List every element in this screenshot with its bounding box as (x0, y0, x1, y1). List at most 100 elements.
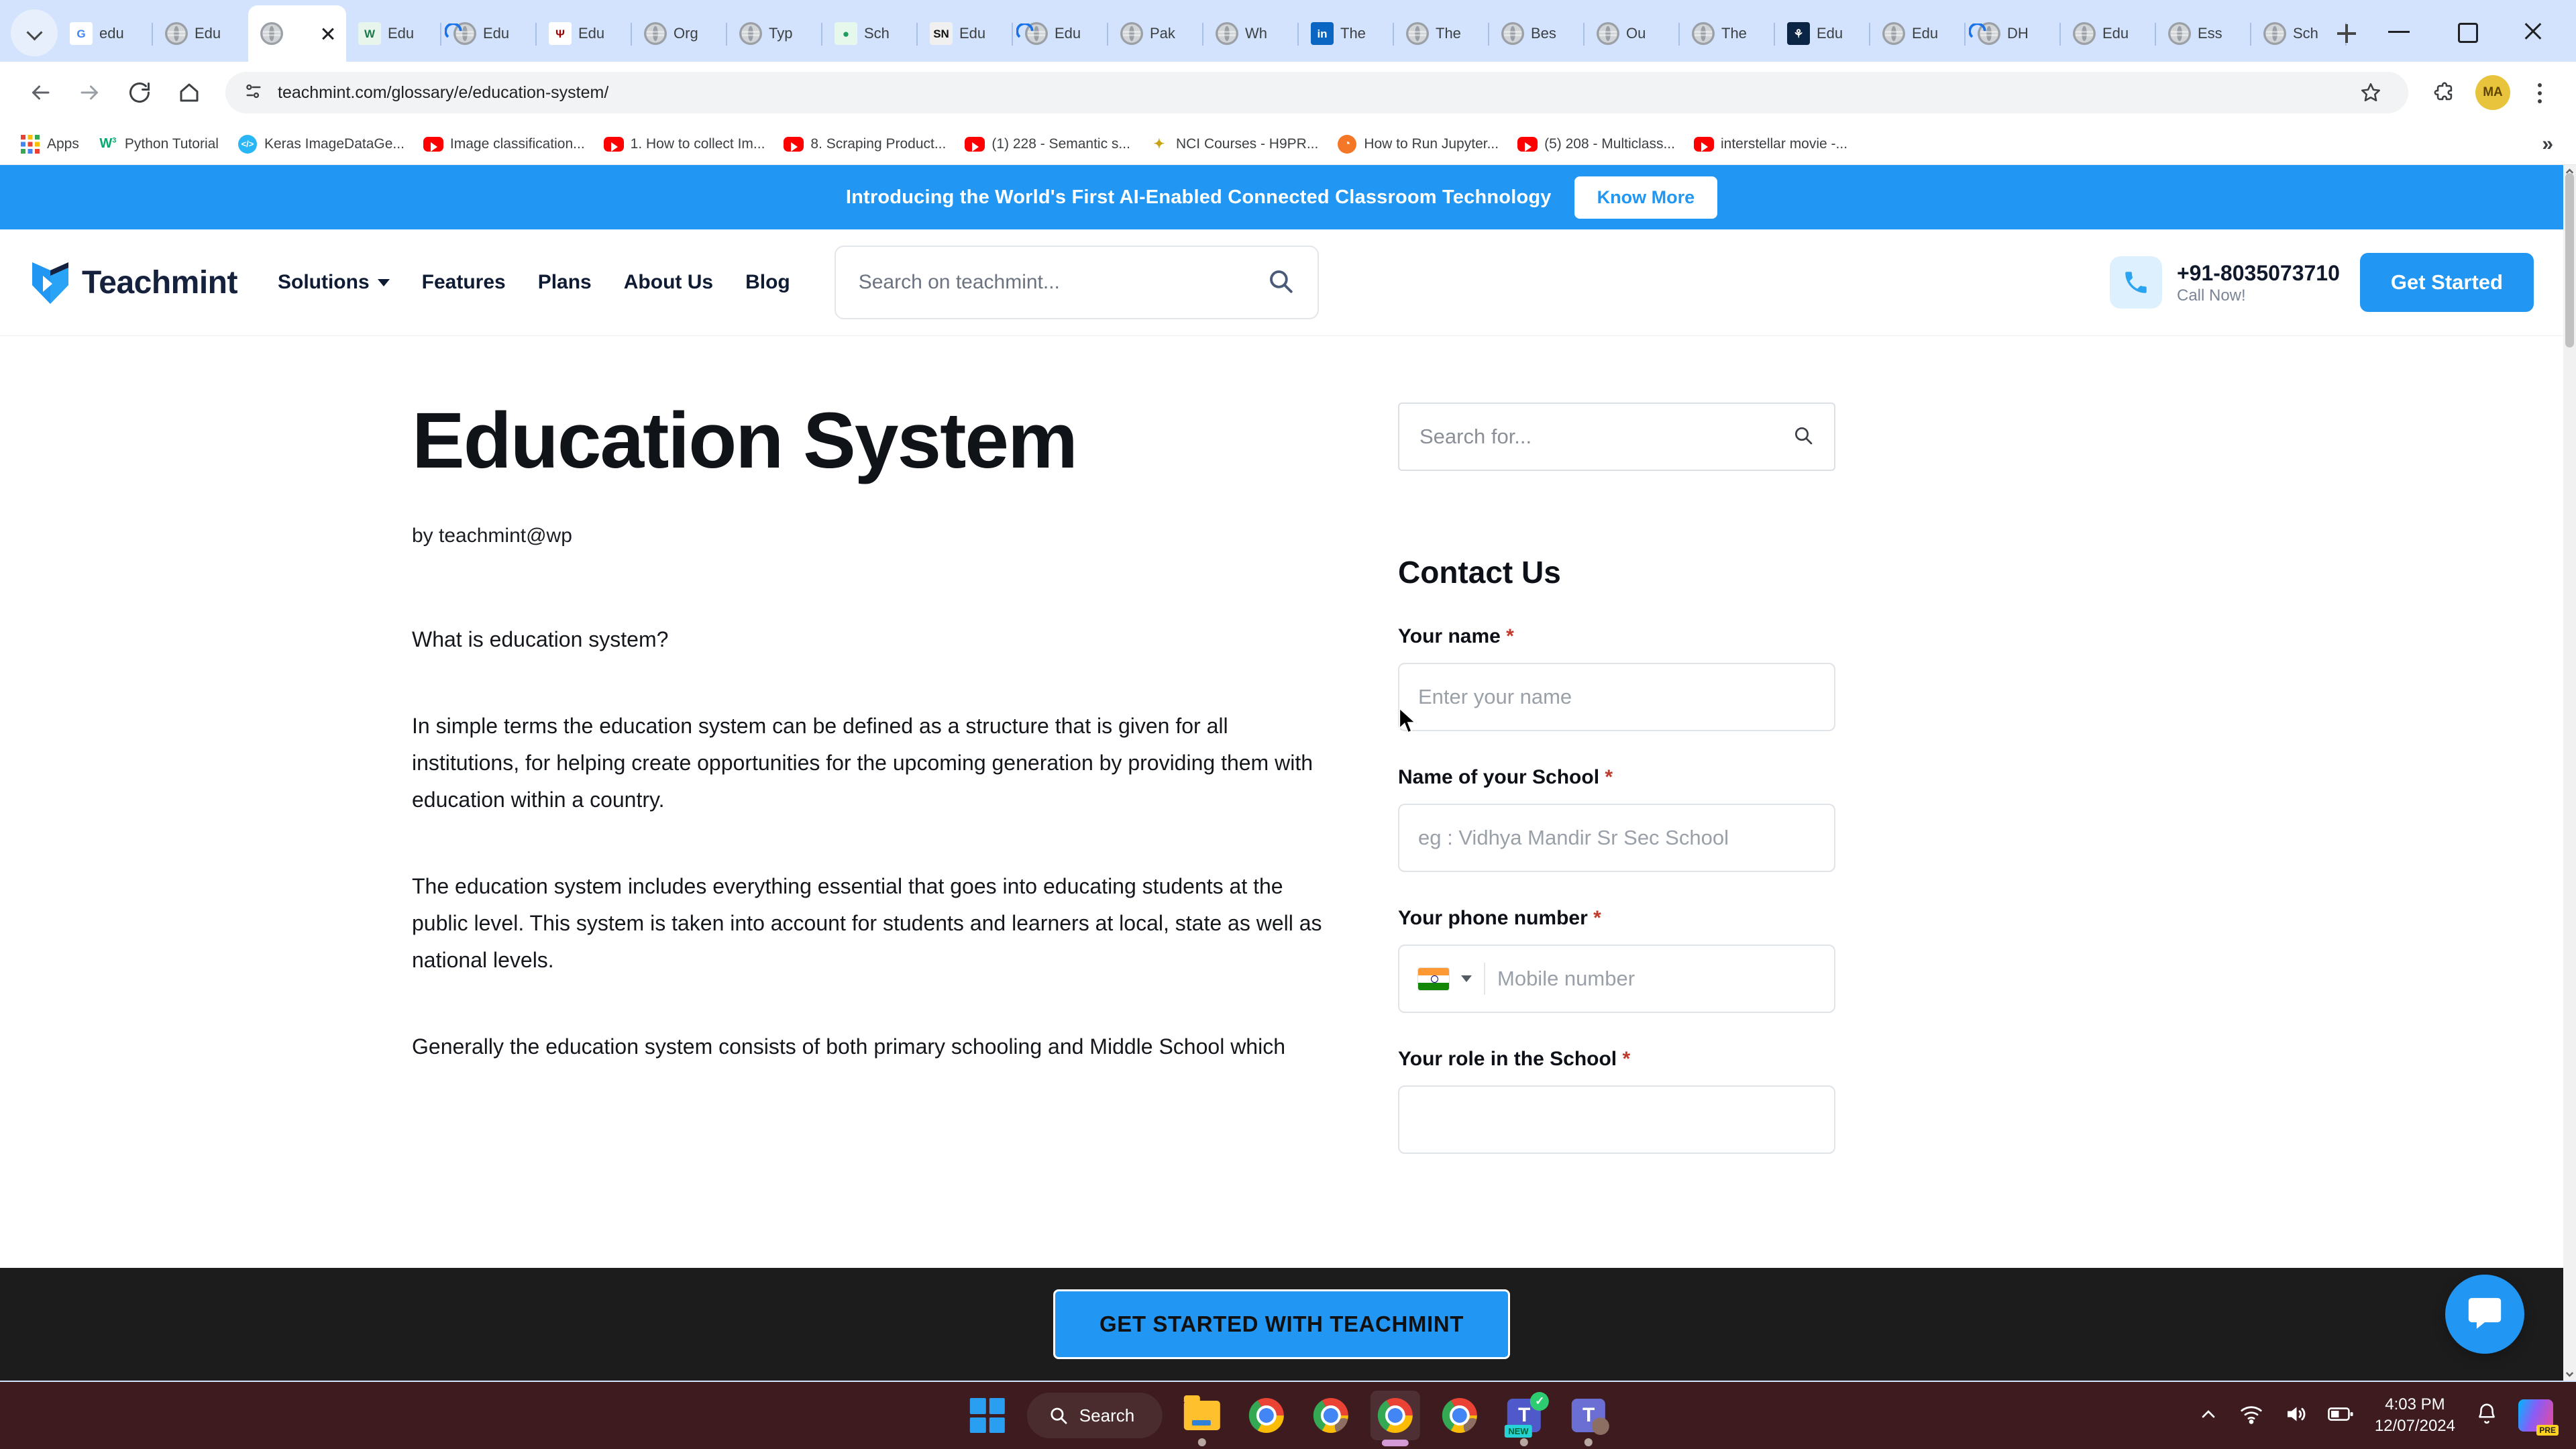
page-scrollbar[interactable] (2563, 165, 2576, 1381)
bookmark-item[interactable]: ✦ NCI Courses - H9PR... (1140, 130, 1328, 158)
call-now-block[interactable]: +91-8035073710 Call Now! (2109, 256, 2340, 309)
browser-tab[interactable]: Edu (153, 5, 248, 62)
notifications-icon[interactable] (2475, 1403, 2498, 1429)
browser-tab[interactable]: The (1394, 5, 1489, 62)
browser-tab[interactable]: SN Edu (918, 5, 1013, 62)
browser-tab[interactable]: Gedu (58, 5, 153, 62)
site-header: Teachmint Solutions Features Plans About Us… (0, 229, 2563, 335)
phone-icon (2109, 256, 2162, 309)
bookmark-item[interactable]: (1) 228 - Semantic s... (955, 130, 1140, 158)
nav-item-about-us[interactable]: About Us (624, 271, 713, 294)
browser-menu-icon[interactable] (2521, 74, 2559, 111)
browser-tab[interactable]: DH (1966, 5, 2061, 62)
volume-icon[interactable] (2284, 1402, 2308, 1430)
sidebar-search-input[interactable]: Search for... (1398, 402, 1835, 471)
browser-tab[interactable]: ⚘ Edu (1775, 5, 1870, 62)
bookmark-item[interactable]: 8. Scraping Product... (774, 130, 955, 158)
nav-item-solutions[interactable]: Solutions (278, 271, 390, 294)
scroll-down-arrow[interactable] (2563, 1368, 2576, 1381)
browser-tab[interactable]: Edu (441, 5, 537, 62)
know-more-button[interactable]: Know More (1574, 176, 1718, 219)
browser-tab[interactable]: Edu (1870, 5, 1966, 62)
bookmark-label: interstellar movie -... (1720, 136, 1848, 152)
extensions-icon[interactable] (2424, 72, 2465, 113)
school-name-input[interactable]: eg : Vidhya Mandir Sr Sec School (1398, 804, 1835, 872)
bookmark-item[interactable]: (5) 208 - Multiclass... (1508, 130, 1684, 158)
browser-tab[interactable]: Org (632, 5, 727, 62)
copilot-icon[interactable] (2518, 1399, 2559, 1436)
address-bar[interactable]: teachmint.com/glossary/e/education-syste… (225, 72, 2408, 113)
bookmarks-overflow-icon[interactable]: » (2530, 133, 2565, 156)
globe-icon (2263, 22, 2286, 45)
browser-tab[interactable]: Ess (2156, 5, 2251, 62)
bookmark-item[interactable]: Image classification... (414, 130, 594, 158)
browser-tab[interactable]: ● Sch (822, 5, 918, 62)
chrome-button-2[interactable] (1306, 1391, 1356, 1440)
tray-expand-icon[interactable] (2198, 1403, 2219, 1428)
forward-icon[interactable] (67, 70, 113, 115)
chevron-down-icon[interactable] (1461, 975, 1472, 982)
chrome-button-active[interactable] (1371, 1391, 1421, 1446)
browser-tab[interactable]: Bes (1489, 5, 1585, 62)
nav-item-features[interactable]: Features (422, 271, 506, 294)
phone-number-input[interactable]: Mobile number (1398, 945, 1835, 1013)
browser-tab[interactable]: Typ (727, 5, 822, 62)
teams-new-button[interactable]: T ✓ NEW (1499, 1391, 1550, 1446)
role-select[interactable] (1398, 1085, 1835, 1154)
nav-item-blog[interactable]: Blog (745, 271, 790, 294)
browser-tab[interactable]: in The (1299, 5, 1394, 62)
sidebar-search-placeholder: Search for... (1419, 425, 1532, 448)
search-icon[interactable] (1792, 425, 1814, 449)
bookmark-item[interactable]: 1. How to collect Im... (594, 130, 775, 158)
bookmark-item[interactable]: Apps (11, 130, 89, 158)
minimize-button[interactable] (2365, 12, 2432, 50)
browser-tab[interactable]: Pak (1108, 5, 1203, 62)
tab-title: Pak (1150, 25, 1175, 42)
teams-button[interactable]: T (1564, 1391, 1613, 1446)
browser-tab[interactable]: W Edu (346, 5, 441, 62)
browser-tab[interactable]: Wh (1203, 5, 1299, 62)
profile-avatar[interactable]: MA (2475, 75, 2510, 110)
article-column: Education System by teachmint@wp What is… (30, 335, 1324, 1154)
wifi-icon[interactable] (2239, 1402, 2263, 1430)
file-explorer-button[interactable] (1177, 1391, 1227, 1446)
search-icon[interactable] (1267, 267, 1295, 299)
required-marker: * (1622, 1048, 1631, 1070)
bookmark-item[interactable]: ◔ How to Run Jupyter... (1328, 130, 1508, 158)
back-icon[interactable] (17, 70, 63, 115)
browser-tab[interactable]: Edu (2061, 5, 2156, 62)
browser-tab[interactable]: Ψ Edu (537, 5, 632, 62)
nav-item-plans[interactable]: Plans (538, 271, 592, 294)
scrollbar-thumb[interactable] (2565, 173, 2574, 347)
tab-search-button[interactable] (11, 9, 58, 56)
new-tab-button[interactable] (2328, 15, 2365, 52)
get-started-button[interactable]: Get Started (2359, 253, 2534, 312)
browser-tab[interactable]: Edu (1013, 5, 1108, 62)
maximize-button[interactable] (2432, 12, 2500, 50)
teachmint-logo[interactable]: Teachmint (30, 258, 237, 307)
start-button[interactable] (963, 1391, 1012, 1440)
taskbar-search[interactable]: Search (1026, 1393, 1163, 1438)
bookmark-item[interactable]: </> Keras ImageDataGe... (228, 130, 414, 158)
close-window-button[interactable] (2500, 12, 2567, 50)
browser-tab[interactable] (248, 5, 346, 62)
get-started-with-teachmint-button[interactable]: GET STARTED WITH TEACHMINT (1053, 1289, 1510, 1359)
chrome-button-3[interactable] (1435, 1391, 1485, 1440)
chrome-button-1[interactable] (1242, 1391, 1291, 1440)
your-name-input[interactable]: Enter your name (1398, 663, 1835, 731)
bookmark-item[interactable]: W3 Python Tutorial (89, 130, 228, 158)
home-icon[interactable] (166, 70, 212, 115)
chat-widget-button[interactable] (2445, 1275, 2524, 1354)
divider (1484, 963, 1485, 995)
taskbar-clock[interactable]: 4:03 PM 12/07/2024 (2375, 1394, 2455, 1438)
battery-icon[interactable] (2328, 1403, 2355, 1429)
close-tab-icon[interactable] (318, 23, 338, 44)
browser-tab[interactable]: The (1680, 5, 1775, 62)
reload-icon[interactable] (117, 70, 162, 115)
browser-tab[interactable]: Ou (1585, 5, 1680, 62)
site-search-input[interactable]: Search on teachmint... (834, 246, 1319, 319)
tab-title: Edu (195, 25, 221, 42)
site-settings-icon[interactable] (243, 80, 264, 105)
bookmark-item[interactable]: interstellar movie -... (1684, 130, 1857, 158)
bookmark-star-icon[interactable] (2351, 72, 2391, 113)
